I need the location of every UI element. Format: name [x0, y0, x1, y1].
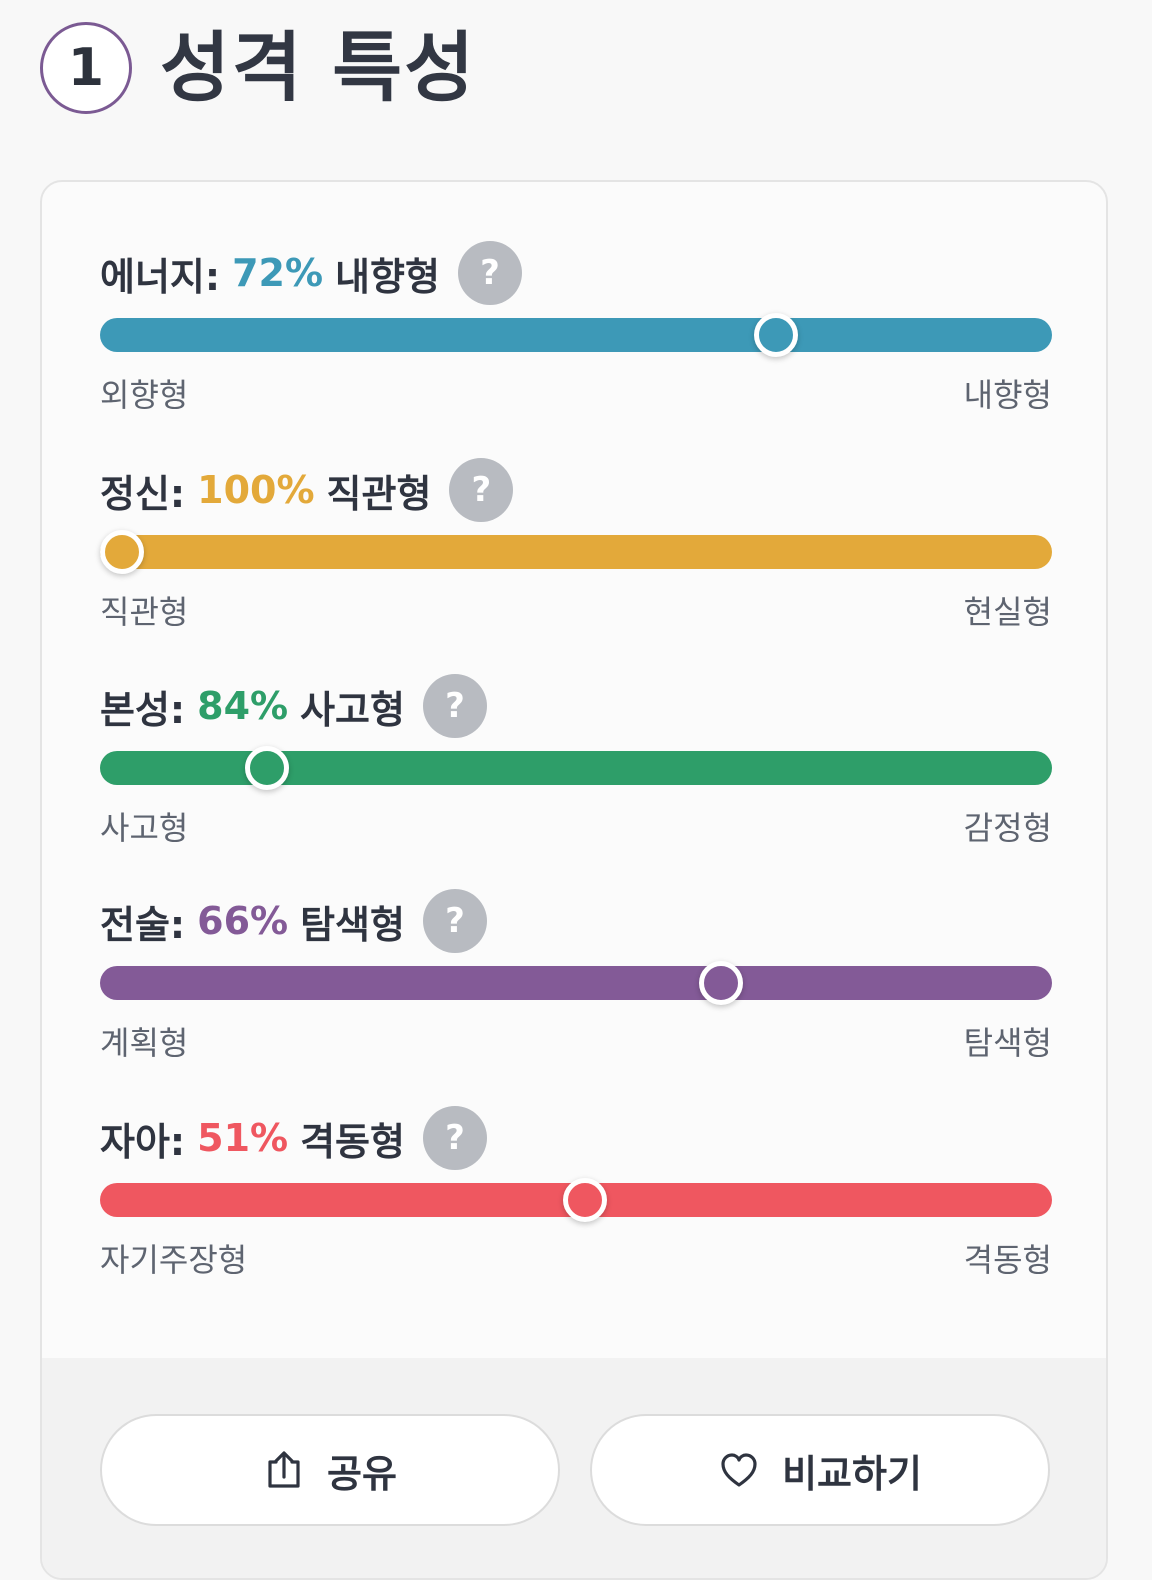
trait-slider[interactable]	[100, 746, 1052, 790]
slider-thumb[interactable]	[563, 1178, 608, 1222]
trait-pole-labels: 자기주장형 격동형	[100, 1235, 1052, 1281]
trait-result: 사고형	[300, 687, 405, 732]
slider-thumb[interactable]	[699, 961, 744, 1005]
trait-header: 자아: 51% 격동형 ?	[100, 1105, 1052, 1171]
heart-icon	[718, 1449, 760, 1491]
trait-slider[interactable]	[100, 313, 1052, 357]
question-icon[interactable]: ?	[422, 674, 487, 738]
trait-identity: 자아: 51% 격동형 ? 자기주장형 격동형	[100, 1105, 1052, 1281]
section-header: 1 성격 특성	[40, 22, 476, 114]
compare-label: 비교하기	[782, 1451, 922, 1496]
trait-slider[interactable]	[100, 530, 1052, 574]
trait-tactics: 전술: 66% 탐색형 ? 계획형 탐색형	[100, 888, 1052, 1064]
trait-slider[interactable]	[100, 1178, 1052, 1222]
question-icon[interactable]: ?	[449, 458, 514, 522]
share-button[interactable]: 공유	[100, 1414, 560, 1526]
trait-percent: 66%	[197, 899, 289, 943]
trait-energy: 에너지: 72% 내향형 ? 외향형 내향형	[100, 240, 1052, 416]
trait-name: 자아:	[100, 1119, 186, 1164]
trait-name: 정신:	[100, 471, 186, 516]
left-pole-label: 계획형	[100, 1024, 189, 1062]
trait-header: 정신: 100% 직관형 ?	[100, 457, 1052, 523]
share-icon	[263, 1449, 305, 1491]
slider-thumb[interactable]	[245, 746, 290, 790]
trait-pole-labels: 외향형 내향형	[100, 370, 1052, 416]
slider-track	[100, 751, 1052, 785]
slider-thumb[interactable]	[753, 313, 798, 357]
trait-result: 격동형	[300, 1119, 405, 1164]
page-title: 성격 특성	[160, 23, 477, 112]
right-pole-label: 격동형	[963, 1241, 1052, 1279]
question-icon[interactable]: ?	[457, 241, 522, 305]
trait-percent: 100%	[197, 468, 315, 512]
compare-button[interactable]: 비교하기	[590, 1414, 1050, 1526]
trait-nature: 본성: 84% 사고형 ? 사고형 감정형	[100, 673, 1052, 849]
trait-header: 전술: 66% 탐색형 ?	[100, 888, 1052, 954]
step-number-badge: 1	[40, 22, 132, 114]
slider-thumb[interactable]	[100, 530, 144, 574]
trait-name: 전술:	[100, 902, 186, 947]
slider-track	[100, 318, 1052, 352]
left-pole-label: 직관형	[100, 593, 189, 631]
right-pole-label: 내향형	[963, 376, 1052, 414]
trait-percent: 72%	[232, 251, 324, 295]
trait-name: 에너지:	[100, 254, 221, 299]
trait-mind: 정신: 100% 직관형 ? 직관형 현실형	[100, 457, 1052, 633]
trait-result: 내향형	[335, 254, 440, 299]
left-pole-label: 자기주장형	[100, 1241, 248, 1279]
trait-header: 에너지: 72% 내향형 ?	[100, 240, 1052, 306]
trait-percent: 51%	[197, 1116, 289, 1160]
right-pole-label: 감정형	[963, 809, 1052, 847]
right-pole-label: 현실형	[963, 593, 1052, 631]
trait-header: 본성: 84% 사고형 ?	[100, 673, 1052, 739]
trait-slider[interactable]	[100, 961, 1052, 1005]
left-pole-label: 외향형	[100, 376, 189, 414]
slider-track	[100, 535, 1052, 569]
trait-pole-labels: 계획형 탐색형	[100, 1018, 1052, 1064]
personality-traits-card: 에너지: 72% 내향형 ? 외향형 내향형 정신: 100% 직관형 ? 직관…	[40, 180, 1108, 1580]
trait-pole-labels: 사고형 감정형	[100, 803, 1052, 849]
right-pole-label: 탐색형	[963, 1024, 1052, 1062]
question-icon[interactable]: ?	[422, 889, 487, 953]
trait-percent: 84%	[197, 684, 289, 728]
share-label: 공유	[327, 1451, 397, 1496]
trait-pole-labels: 직관형 현실형	[100, 587, 1052, 633]
left-pole-label: 사고형	[100, 809, 189, 847]
trait-result: 직관형	[326, 471, 432, 516]
slider-track	[100, 966, 1052, 1000]
trait-result: 탐색형	[300, 902, 405, 947]
trait-name: 본성:	[100, 687, 186, 732]
question-icon[interactable]: ?	[422, 1106, 487, 1170]
